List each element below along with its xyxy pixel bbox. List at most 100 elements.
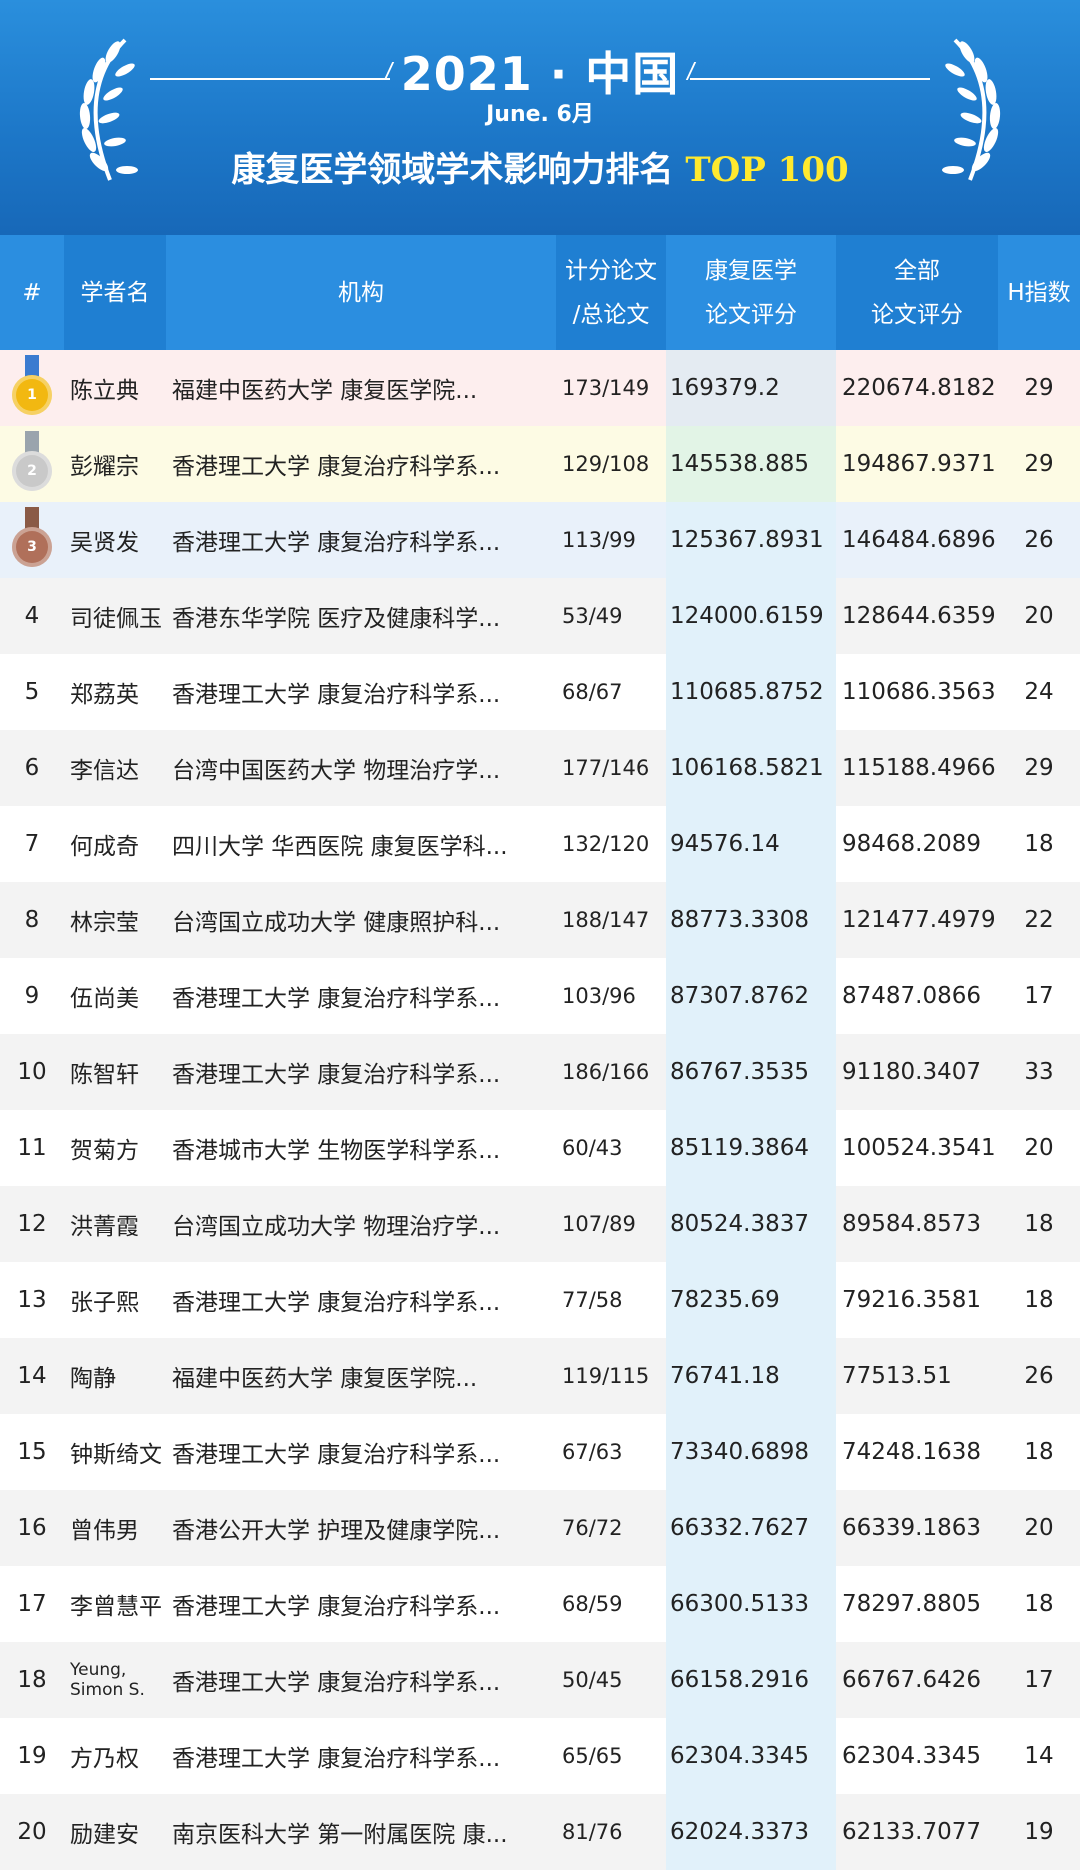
h-index: 22 (998, 882, 1080, 958)
paper-count: 60/43 (556, 1110, 666, 1186)
rank-cell: 16 (0, 1490, 64, 1566)
institution: 香港理工大学 康复治疗科学系... (166, 1262, 556, 1338)
institution: 台湾中国医药大学 物理治疗学... (166, 730, 556, 806)
rank-cell: 10 (0, 1034, 64, 1110)
medal-ribbon (25, 431, 39, 453)
h-index: 14 (998, 1718, 1080, 1794)
institution: 香港公开大学 护理及健康学院... (166, 1490, 556, 1566)
h-index: 20 (998, 578, 1080, 654)
table-row: 10 陈智轩 香港理工大学 康复治疗科学系... 186/166 86767.3535 9… (0, 1034, 1080, 1110)
all-paper-score: 66767.6426 (836, 1642, 998, 1718)
scholar-name: 彭耀宗 (64, 426, 166, 502)
table-row: 18 Yeung, Simon S. 香港理工大学 康复治疗科学系... 50/45 6… (0, 1642, 1080, 1718)
scholar-name: 司徒佩玉 (64, 578, 166, 654)
table-row: 17 李曾慧平 香港理工大学 康复治疗科学系... 68/59 66300.5133 78… (0, 1566, 1080, 1642)
rehab-paper-score: 85119.3864 (666, 1110, 836, 1186)
institution: 香港理工大学 康复治疗科学系... (166, 1718, 556, 1794)
ranking-table: # 学者名 机构 计分论文/总论文 康复医学 论文评分 全部 论文评分 H指数 1陈… (0, 235, 1080, 1870)
all-paper-score: 98468.2089 (836, 806, 998, 882)
all-paper-score: 115188.4966 (836, 730, 998, 806)
gold-medal-icon: 1 (12, 355, 52, 421)
all-paper-score: 62304.3345 (836, 1718, 998, 1794)
rehab-paper-score: 62304.3345 (666, 1718, 836, 1794)
institution: 香港城市大学 生物医学科学系... (166, 1110, 556, 1186)
paper-count: 107/89 (556, 1186, 666, 1262)
rank-cell: 9 (0, 958, 64, 1034)
all-paper-score: 128644.6359 (836, 578, 998, 654)
silver-medal-icon: 2 (12, 431, 52, 497)
column-header-name: 学者名 (64, 235, 166, 350)
paper-count: 173/149 (556, 350, 666, 426)
scholar-name: 林宗莹 (64, 882, 166, 958)
h-index: 26 (998, 1338, 1080, 1414)
table-row: 6 李信达 台湾中国医药大学 物理治疗学... 177/146 106168.5821 1… (0, 730, 1080, 806)
column-header-all-line1: 全部 (894, 257, 940, 284)
column-header-rank: # (0, 235, 64, 350)
column-header-h-index: H指数 (998, 235, 1080, 350)
paper-count: 177/146 (556, 730, 666, 806)
table-row: 15 钟斯绮文 香港理工大学 康复治疗科学系... 67/63 73340.6898 74… (0, 1414, 1080, 1490)
medal-ribbon (25, 507, 39, 529)
h-index: 26 (998, 502, 1080, 578)
paper-count: 67/63 (556, 1414, 666, 1490)
h-index: 29 (998, 350, 1080, 426)
table-body: 1 陈立典 福建中医药大学 康复医学院... 173/149 169379.2 2 20 67… (0, 350, 1080, 1870)
page-title: 2021 · 中国 (400, 47, 680, 101)
scholar-name: 吴贤发 (64, 502, 166, 578)
table-row: 2 彭耀宗 香港理工大学 康复治疗科学系... 129/108 145538.885 19… (0, 426, 1080, 502)
all-paper-score: 79216.3581 (836, 1262, 998, 1338)
institution: 香港理工大学 康复治疗科学系... (166, 1566, 556, 1642)
scholar-name: 陈智轩 (64, 1034, 166, 1110)
rehab-paper-score: 94576.14 (666, 806, 836, 882)
paper-count: 68/59 (556, 1566, 666, 1642)
scholar-name: 伍尚美 (64, 958, 166, 1034)
rehab-paper-score: 66332.7627 (666, 1490, 836, 1566)
all-paper-score: 121477.4979 (836, 882, 998, 958)
rank-cell: 4 (0, 578, 64, 654)
table-row: 7 何成奇 四川大学 华西医院 康复医学科... 132/120 94576.14 984… (0, 806, 1080, 882)
h-index: 17 (998, 958, 1080, 1034)
institution: 香港东华学院 医疗及健康科学... (166, 578, 556, 654)
scholar-name: 陈立典 (64, 350, 166, 426)
scholar-name: 郑荔英 (64, 654, 166, 730)
paper-count: 103/96 (556, 958, 666, 1034)
rank-cell: 13 (0, 1262, 64, 1338)
scholar-name: 李曾慧平 (64, 1566, 166, 1642)
scholar-name: Yeung, Simon S. (64, 1642, 166, 1718)
rehab-paper-score: 110685.8752 (666, 654, 836, 730)
rehab-paper-score: 86767.3535 (666, 1034, 836, 1110)
institution: 香港理工大学 康复治疗科学系... (166, 1034, 556, 1110)
paper-count: 65/65 (556, 1718, 666, 1794)
h-index: 29 (998, 730, 1080, 806)
rank-cell: 20 (0, 1794, 64, 1870)
rank-cell: 18 (0, 1642, 64, 1718)
institution: 福建中医药大学 康复医学院... (166, 350, 556, 426)
rehab-paper-score: 73340.6898 (666, 1414, 836, 1490)
scholar-name: 励建安 (64, 1794, 166, 1870)
rehab-paper-score: 66300.5133 (666, 1566, 836, 1642)
h-index: 20 (998, 1490, 1080, 1566)
rehab-paper-score: 169379.2 (666, 350, 836, 426)
table-row: 19 方乃权 香港理工大学 康复治疗科学系... 65/65 62304.3345 623… (0, 1718, 1080, 1794)
scholar-name: 钟斯绮文 (64, 1414, 166, 1490)
all-paper-score: 89584.8573 (836, 1186, 998, 1262)
paper-count: 119/115 (556, 1338, 666, 1414)
rank-cell: 1 (0, 350, 64, 426)
rehab-paper-score: 76741.18 (666, 1338, 836, 1414)
rank-cell: 12 (0, 1186, 64, 1262)
rehab-paper-score: 145538.885 (666, 426, 836, 502)
institution: 南京医科大学 第一附属医院 康... (166, 1794, 556, 1870)
page-subtitle: June. 6月 (486, 102, 594, 127)
h-index: 19 (998, 1794, 1080, 1870)
all-paper-score: 146484.6896 (836, 502, 998, 578)
scholar-name: 贺菊方 (64, 1110, 166, 1186)
rehab-paper-score: 80524.3837 (666, 1186, 836, 1262)
column-header-all-score: 全部 论文评分 (836, 235, 998, 350)
all-paper-score: 87487.0866 (836, 958, 998, 1034)
table-row: 11 贺菊方 香港城市大学 生物医学科学系... 60/43 85119.3864 100… (0, 1110, 1080, 1186)
all-paper-score: 66339.1863 (836, 1490, 998, 1566)
page-headline: 康复医学领域学术影响力排名 TOP 100 (0, 142, 1080, 191)
table-row: 20 励建安 南京医科大学 第一附属医院 康... 81/76 62024.3373 62… (0, 1794, 1080, 1870)
h-index: 20 (998, 1110, 1080, 1186)
all-paper-score: 110686.3563 (836, 654, 998, 730)
